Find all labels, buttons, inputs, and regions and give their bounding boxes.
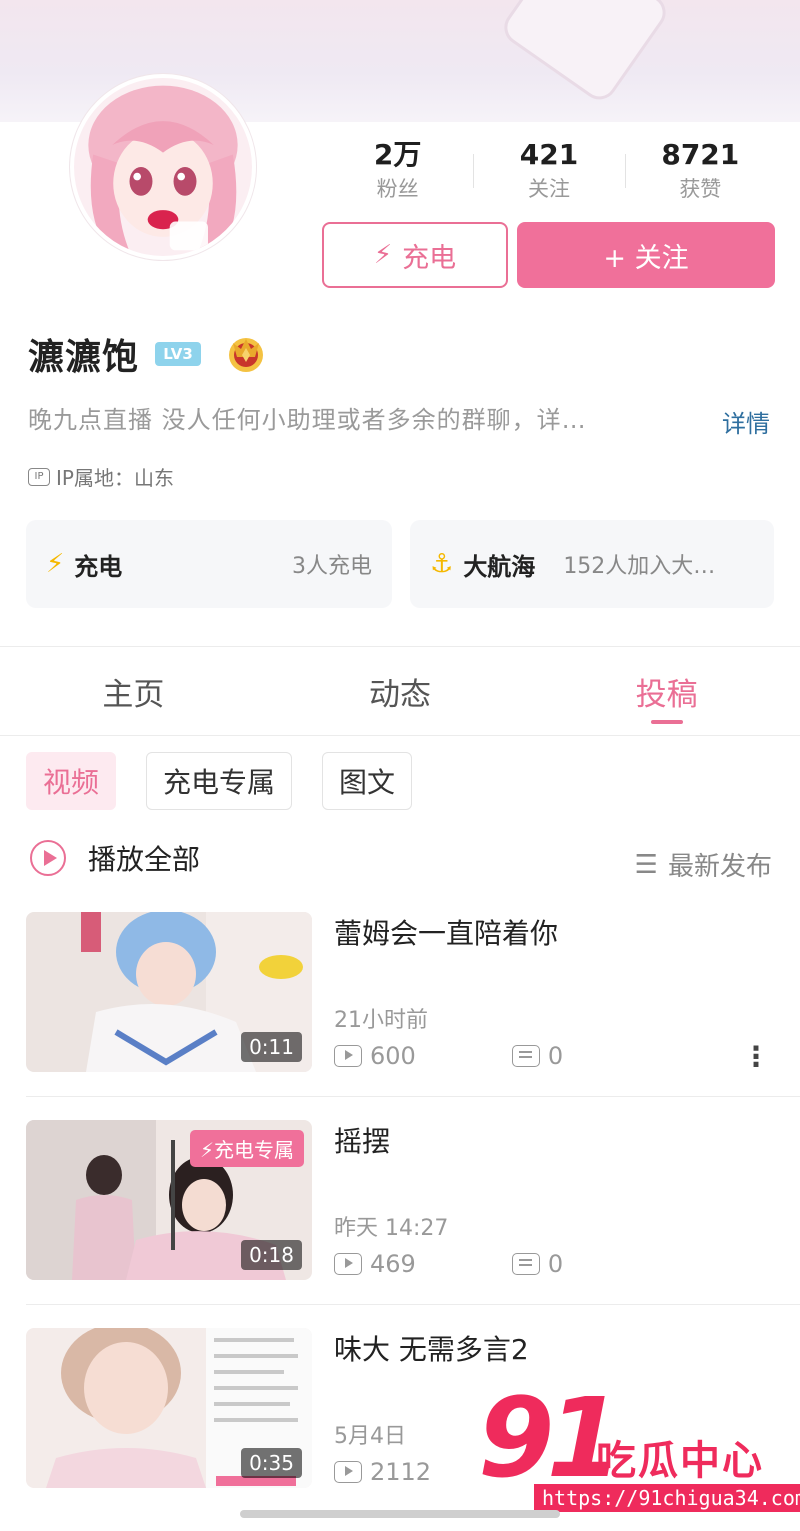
video-time: 21小时前 <box>334 1008 428 1033</box>
watermark-text: 吃瓜中心 <box>596 1438 764 1484</box>
ip-location-text: IP属地：山东 <box>56 466 174 490</box>
card-title: 充电 <box>74 552 123 581</box>
video-duration: 0:35 <box>241 1448 302 1478</box>
follow-button-label: + 关注 <box>603 242 689 274</box>
stat-likes[interactable]: 8721 获赞 <box>624 136 776 208</box>
profile-stats: 2万 粉丝 421 关注 8721 获赞 <box>322 136 776 208</box>
video-duration: 0:11 <box>241 1032 302 1062</box>
card-value: 152人加入大… <box>563 554 716 579</box>
comment-icon <box>511 1045 540 1067</box>
play-circle-icon <box>30 840 66 876</box>
play-count-icon <box>334 1253 362 1275</box>
comment-count: 0 <box>547 1042 564 1070</box>
play-count-icon <box>334 1045 362 1067</box>
anchor-icon: ⚓ <box>430 549 454 579</box>
watermark-url: https://91chigua34.com <box>534 1484 800 1512</box>
medal-icon[interactable] <box>225 333 267 375</box>
more-options-icon[interactable]: ⋮ <box>742 1040 770 1073</box>
ip-icon: IP <box>28 467 50 486</box>
video-stats: 2112 <box>334 1458 431 1486</box>
stat-label: 获赞 <box>679 177 722 201</box>
play-count-icon <box>334 1461 362 1483</box>
play-all-button[interactable]: 播放全部 <box>30 838 200 878</box>
card-value: 3人充电 <box>292 554 372 579</box>
sort-label: 最新发布 <box>667 852 772 882</box>
home-indicator[interactable] <box>240 1510 560 1518</box>
filter-charge-only[interactable]: 充电专属 <box>146 752 293 810</box>
card-title: 大航海 <box>463 552 536 581</box>
stat-value: 8721 <box>661 138 740 171</box>
divider <box>26 1096 800 1097</box>
play-count: 2112 <box>370 1458 432 1486</box>
sort-button[interactable]: ☰ 最新发布 <box>635 846 772 883</box>
filter-video[interactable]: 视频 <box>26 752 117 810</box>
charge-only-badge: ⚡充电专属 <box>189 1130 304 1167</box>
stat-value: 421 <box>519 138 579 171</box>
bio-more-link[interactable]: 详情 <box>722 404 770 439</box>
play-all-label: 播放全部 <box>88 843 201 876</box>
video-duration: 0:18 <box>241 1240 302 1270</box>
bolt-icon: ⚡ <box>46 549 65 579</box>
video-stats: 600 0 <box>334 1042 563 1070</box>
list-icon: ☰ <box>634 849 658 880</box>
comment-count: 0 <box>547 1250 564 1278</box>
video-thumbnail[interactable]: ⚡充电专属 0:18 <box>26 1120 312 1280</box>
level-badge[interactable]: LV3 <box>155 342 202 366</box>
divider <box>0 735 800 736</box>
charge-button-label: 充电 <box>402 242 457 274</box>
stat-followers[interactable]: 2万 粉丝 <box>322 136 473 208</box>
divider <box>26 1304 800 1305</box>
bolt-icon: ⚡ <box>373 240 393 270</box>
stat-following[interactable]: 421 关注 <box>473 136 624 208</box>
stat-label: 关注 <box>527 177 570 201</box>
divider <box>0 646 800 647</box>
filter-chips: 视频 充电专属 图文 <box>26 752 442 810</box>
voyage-card[interactable]: ⚓ 大航海 152人加入大… <box>410 520 774 608</box>
video-title[interactable]: 摇摆 <box>334 1120 390 1160</box>
follow-button[interactable]: + 关注 <box>517 222 775 288</box>
tab-uploads[interactable]: 投稿 <box>533 648 800 734</box>
charge-button[interactable]: ⚡ 充电 <box>322 222 508 288</box>
bio-text: 晚九点直播 没人任何小助理或者多余的群聊，详… <box>28 406 587 434</box>
play-count: 469 <box>370 1250 416 1278</box>
video-item[interactable]: 0:11 蕾姆会一直陪着你 21小时前 600 0 ⋮ <box>26 912 800 1073</box>
video-time: 5月4日 <box>334 1424 406 1449</box>
stat-value: 2万 <box>373 138 422 171</box>
video-title[interactable]: 蕾姆会一直陪着你 <box>334 912 558 952</box>
filter-image-text[interactable]: 图文 <box>322 752 413 810</box>
watermark-number: 91 <box>478 1374 623 1502</box>
tab-home[interactable]: 主页 <box>0 648 267 734</box>
tab-dynamics[interactable]: 动态 <box>267 648 534 734</box>
video-time: 昨天 14:27 <box>334 1216 449 1241</box>
video-title[interactable]: 味大 无需多言2 <box>334 1328 529 1368</box>
video-thumbnail[interactable]: 0:35 <box>26 1328 312 1488</box>
ip-location: IP IP属地：山东 <box>28 462 174 491</box>
comment-icon <box>511 1253 540 1275</box>
avatar-illustration <box>74 78 252 256</box>
stat-label: 粉丝 <box>376 177 419 201</box>
watermark: 91 吃瓜中心 https://91chigua34.com <box>478 1374 800 1518</box>
banner-decoration <box>497 0 673 107</box>
profile-tabs: 主页 动态 投稿 <box>0 648 800 734</box>
video-item[interactable]: ⚡充电专属 0:18 摇摆 昨天 14:27 469 0 <box>26 1120 800 1280</box>
video-thumbnail[interactable]: 0:11 <box>26 912 312 1072</box>
username: 瀌瀌饱 <box>28 337 140 378</box>
profile-name-row: 瀌瀌饱 LV3 <box>28 328 267 380</box>
charge-card[interactable]: ⚡ 充电 3人充电 <box>26 520 392 608</box>
play-count: 600 <box>370 1042 416 1070</box>
video-stats: 469 0 <box>334 1250 563 1278</box>
avatar[interactable] <box>70 74 256 260</box>
